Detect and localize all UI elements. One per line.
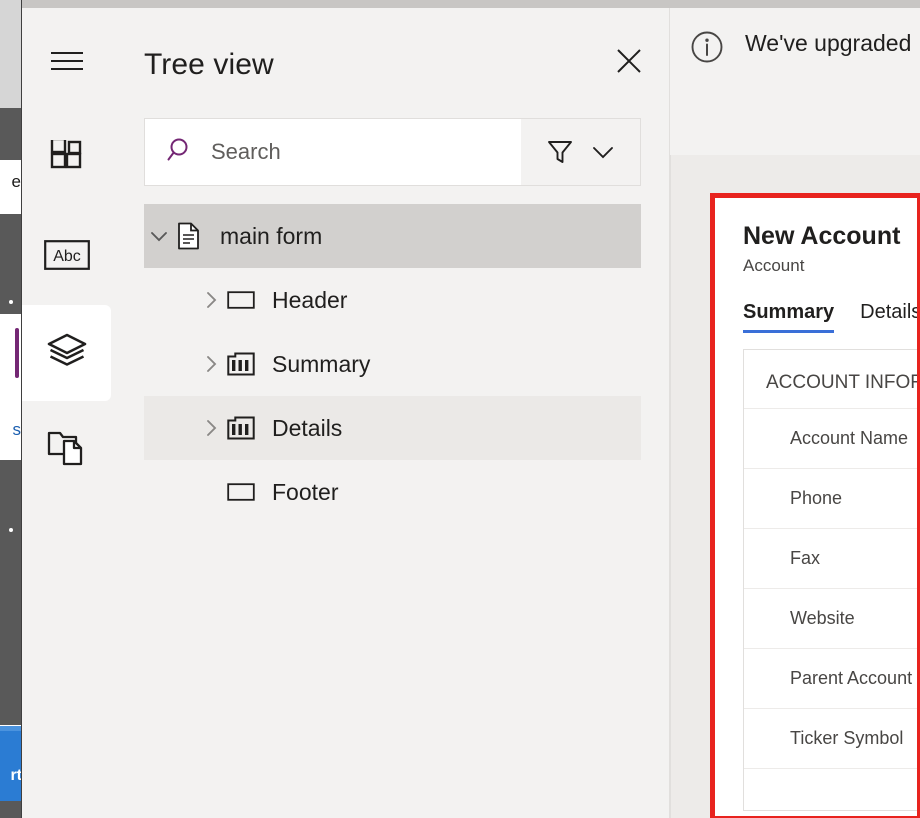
field-label: Website — [790, 608, 855, 628]
layers-icon — [46, 333, 88, 374]
tab-details[interactable]: Details — [860, 301, 920, 333]
section-rect-icon — [224, 481, 258, 503]
tree-node-details[interactable]: Details — [144, 396, 641, 460]
tree-node-label: main form — [220, 222, 323, 249]
close-button[interactable] — [608, 40, 650, 82]
form-tab-strip: Summary Details — [743, 301, 920, 333]
clipped-label-e: e — [11, 172, 21, 191]
tree-node-list: main form Header Summary Details Footer — [144, 204, 641, 524]
form-subtitle: Account — [743, 256, 805, 275]
components-icon — [48, 137, 86, 183]
form-canvas-area: We've upgraded New Account Account Summa… — [670, 8, 920, 818]
tree-node-main-form[interactable]: main form — [144, 204, 641, 268]
section-header: ACCOUNT INFORMATION — [766, 372, 920, 393]
field-row[interactable]: Phone — [744, 468, 917, 528]
funnel-icon — [547, 141, 572, 163]
field-row[interactable]: Account Name — [744, 408, 917, 468]
chrome-band — [0, 801, 22, 818]
svg-text:Abc: Abc — [53, 248, 81, 265]
tree-view-header: Tree view — [111, 8, 670, 104]
bullet-dot — [9, 300, 13, 304]
field-row[interactable]: Parent Account — [744, 648, 917, 708]
form-document-icon — [172, 222, 206, 250]
chrome-band — [0, 214, 22, 314]
sidebar-item-menu[interactable] — [22, 8, 111, 113]
search-input-wrapper[interactable]: Search — [145, 119, 521, 185]
field-label: Fax — [790, 548, 821, 568]
account-information-card: ACCOUNT INFORMATION Account Name Phone F… — [743, 349, 920, 811]
tree-node-label: Header — [272, 286, 348, 313]
abc-icon: Abc — [43, 239, 90, 275]
field-label: Account Name — [790, 428, 909, 448]
selection-indicator — [15, 328, 19, 378]
tree-node-header[interactable]: Header — [144, 268, 641, 332]
sidebar-item-components[interactable] — [22, 113, 111, 209]
tree-node-summary[interactable]: Summary — [144, 332, 641, 396]
bullet-dot — [9, 528, 13, 532]
sidebar-item-text-field[interactable]: Abc — [22, 209, 111, 305]
tree-node-label: Summary — [272, 350, 371, 377]
form-title: New Account — [743, 222, 901, 250]
chevron-right-icon[interactable] — [198, 417, 224, 439]
field-label: Parent Account — [790, 668, 913, 688]
filter-controls — [521, 119, 640, 185]
hamburger-icon — [50, 51, 83, 71]
columns-icon — [224, 414, 258, 442]
left-icon-rail: Abc — [15, 8, 111, 818]
tree-node-footer[interactable]: Footer — [144, 460, 641, 524]
columns-icon — [224, 350, 258, 378]
tree-view-panel: Tree view Search main form Header Summar… — [111, 8, 670, 818]
field-row[interactable]: Ticker Symbol — [744, 708, 917, 768]
window-top-strip — [22, 0, 920, 8]
tree-node-label: Footer — [272, 478, 339, 505]
clipped-label-s2: s — [12, 420, 22, 439]
field-row[interactable]: Fax — [744, 528, 917, 588]
scrollbar-thumb[interactable] — [0, 0, 22, 108]
tree-node-label: Details — [272, 414, 343, 441]
info-icon — [690, 30, 724, 69]
chevron-right-icon[interactable] — [198, 353, 224, 375]
section-rect-icon — [224, 289, 258, 311]
app-root: e s s rt — [0, 0, 920, 818]
chevron-right-icon[interactable] — [198, 289, 224, 311]
chrome-band — [0, 108, 22, 160]
page-title: Tree view — [144, 48, 274, 81]
folder-page-icon — [47, 428, 87, 471]
tab-summary[interactable]: Summary — [743, 301, 835, 333]
search-icon — [167, 136, 195, 169]
sidebar-item-pages[interactable] — [22, 401, 111, 497]
sidebar-item-tree-view[interactable] — [15, 305, 111, 401]
field-row-empty — [744, 768, 917, 810]
upgrade-banner-text: We've upgraded — [745, 30, 912, 56]
tab-details-label: Details — [860, 301, 920, 323]
close-icon — [617, 49, 641, 73]
search-toolbar: Search — [144, 118, 641, 186]
field-label: Phone — [790, 488, 843, 508]
filter-button[interactable] — [545, 137, 575, 167]
clipped-app-chrome: e s s rt — [0, 0, 22, 818]
form-preview-highlight: New Account Account Summary Details ACCO… — [710, 193, 920, 818]
chevron-down-icon — [592, 147, 613, 159]
chevron-down-icon[interactable] — [146, 225, 172, 247]
primary-button-clipped[interactable]: rt — [0, 731, 22, 801]
upgrade-banner[interactable]: We've upgraded — [670, 8, 920, 155]
form-preview: New Account Account Summary Details ACCO… — [715, 198, 920, 811]
filter-dropdown-button[interactable] — [589, 138, 617, 166]
chrome-band — [0, 460, 22, 725]
search-input[interactable]: Search — [211, 139, 281, 165]
field-label: Ticker Symbol — [790, 728, 904, 748]
tab-summary-label: Summary — [743, 301, 835, 323]
field-row[interactable]: Website — [744, 588, 917, 648]
